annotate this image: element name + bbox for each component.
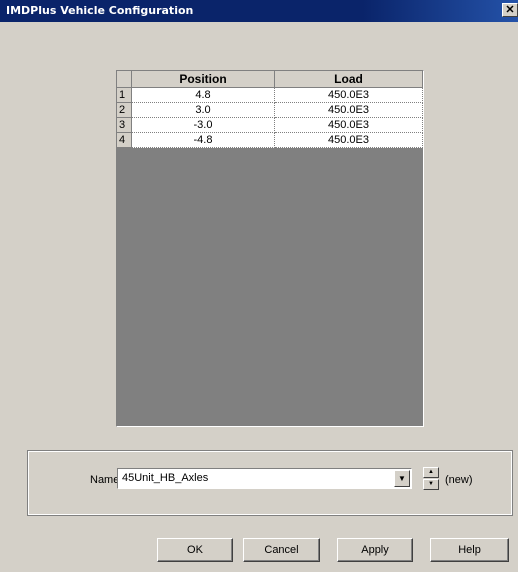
chevron-down-icon: ▼ — [398, 474, 406, 483]
name-spinner[interactable]: ▲ ▼ — [423, 467, 439, 490]
load-cell[interactable]: 450.0E3 — [274, 87, 423, 103]
ok-button[interactable]: OK — [157, 538, 233, 562]
row-header[interactable]: 3 — [117, 117, 132, 133]
axle-table: Position Load 1 4.8 450.0E3 2 3.0 450.0E… — [117, 71, 423, 148]
load-cell[interactable]: 450.0E3 — [274, 132, 423, 148]
table-row[interactable]: 2 3.0 450.0E3 — [117, 102, 423, 118]
new-status-label: (new) — [445, 474, 473, 486]
load-cell[interactable]: 450.0E3 — [274, 117, 423, 133]
table-row[interactable]: 3 -3.0 450.0E3 — [117, 117, 423, 133]
column-header-load[interactable]: Load — [274, 71, 423, 88]
axle-grid[interactable]: Position Load 1 4.8 450.0E3 2 3.0 450.0E… — [116, 70, 424, 427]
arrow-down-icon: ▼ — [428, 481, 434, 487]
name-combobox-value[interactable]: 45Unit_HB_Axles — [122, 472, 208, 484]
name-combobox[interactable]: 45Unit_HB_Axles ▼ — [117, 468, 412, 489]
spin-down-button[interactable]: ▼ — [423, 479, 439, 490]
load-cell[interactable]: 450.0E3 — [274, 102, 423, 118]
table-row[interactable]: 4 -4.8 450.0E3 — [117, 132, 423, 148]
header-row: Position Load — [117, 71, 423, 88]
cancel-button[interactable]: Cancel — [243, 538, 320, 562]
window-title: IMDPlus Vehicle Configuration — [6, 4, 194, 17]
apply-button[interactable]: Apply — [337, 538, 413, 562]
position-cell[interactable]: -4.8 — [131, 132, 275, 148]
grid-corner[interactable] — [117, 71, 132, 88]
spin-up-button[interactable]: ▲ — [423, 467, 439, 478]
position-cell[interactable]: -3.0 — [131, 117, 275, 133]
name-label: Name — [90, 474, 120, 486]
arrow-up-icon: ▲ — [428, 469, 434, 475]
title-bar: IMDPlus Vehicle Configuration ✕ — [0, 0, 518, 22]
position-cell[interactable]: 3.0 — [131, 102, 275, 118]
row-header[interactable]: 2 — [117, 102, 132, 118]
table-row[interactable]: 1 4.8 450.0E3 — [117, 87, 423, 103]
row-header[interactable]: 1 — [117, 87, 132, 103]
close-icon: ✕ — [505, 4, 515, 16]
close-button[interactable]: ✕ — [502, 3, 518, 17]
name-dropdown-button[interactable]: ▼ — [394, 470, 410, 487]
column-header-position[interactable]: Position — [131, 71, 275, 88]
help-button[interactable]: Help — [430, 538, 509, 562]
position-cell[interactable]: 4.8 — [131, 87, 275, 103]
row-header[interactable]: 4 — [117, 132, 132, 148]
